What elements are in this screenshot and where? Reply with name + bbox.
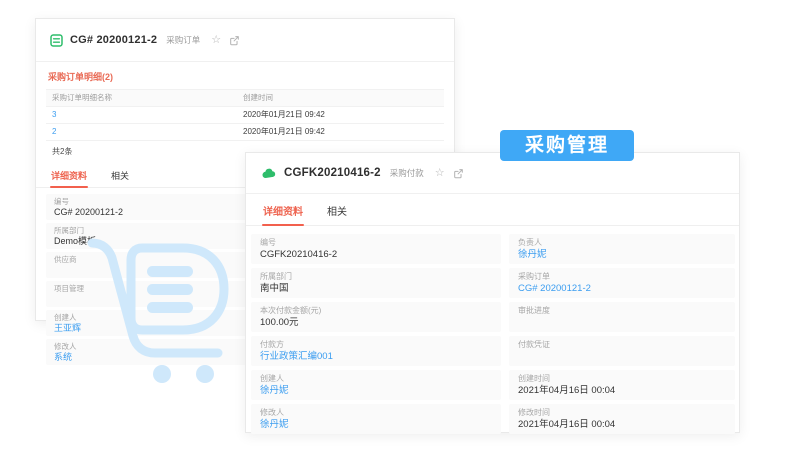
field-payment-amount: 本次付款金额(元) 100.00元 [251,302,501,332]
field-approval-progress: 审批进度 [509,302,735,332]
order-panel-header: CG# 20200121-2 采购订单 ☆ [36,19,454,62]
field-payment-voucher: 付款凭证 [509,336,735,366]
share-icon[interactable] [453,168,464,179]
row-created-time: 2020年01月21日 09:42 [243,110,325,119]
field-number: 编号 CGFK20210416-2 [251,234,501,264]
field-purchase-order: 采购订单 CG# 20200121-2 [509,268,735,298]
table-row: 3 2020年01月21日 09:42 [46,107,444,124]
table-row: 2 2020年01月21日 09:42 [46,124,444,141]
field-department: 所属部门 南中国 [251,268,501,298]
payment-panel-header: CGFK20210416-2 采购付款 ☆ [246,153,739,194]
payment-object-type-label: 采购付款 [389,168,424,178]
row-created-time: 2020年01月21日 09:42 [243,127,325,136]
shopping-cart-watermark [87,238,229,383]
payment-tab-bar: 详细资料 相关 [246,194,739,226]
column-header-created: 创建时间 [243,93,274,102]
fields-left-column: 编号 CGFK20210416-2 所属部门 南中国 本次付款金额(元) 100… [251,234,501,438]
tab-related[interactable]: 相关 [326,200,348,225]
order-object-type-label: 采购订单 [166,35,201,45]
related-list-section: 采购订单明细(2) 采购订单明细名称 创建时间 3 2020年01月21日 09… [36,62,454,159]
purchase-payment-panel: CGFK20210416-2 采购付款 ☆ 详细资料 相关 编号 CGFK202… [245,152,740,434]
related-list-title[interactable]: 采购订单明细(2) [46,67,444,89]
table-header-row: 采购订单明细名称 创建时间 [46,89,444,107]
purchase-management-badge: 采购管理 [500,130,634,161]
order-panel-title: CG# 20200121-2 [70,34,158,46]
field-creator: 创建人 徐丹妮 [251,370,501,400]
field-created-time: 创建时间 2021年04月16日 00:04 [509,370,735,400]
payment-panel-title: CGFK20210416-2 [284,167,381,179]
fields-right-column: 负责人 徐丹妮 采购订单 CG# 20200121-2 审批进度 付款凭证 创建… [509,234,735,438]
tab-detail[interactable]: 详细资料 [50,165,89,188]
tab-detail[interactable]: 详细资料 [262,200,304,226]
field-modified-time: 修改时间 2021年04月16日 00:04 [509,404,735,434]
column-header-name: 采购订单明细名称 [52,93,112,102]
field-modifier: 修改人 徐丹妮 [251,404,501,434]
field-owner: 负责人 徐丹妮 [509,234,735,264]
star-icon[interactable]: ☆ [211,34,221,46]
row-name-link[interactable]: 3 [52,110,56,119]
row-name-link[interactable]: 2 [52,127,56,136]
page: CG# 20200121-2 采购订单 ☆ 采购订单明细(2) 采购订单明细名称… [0,0,792,459]
share-icon[interactable] [229,35,240,46]
related-list-table: 采购订单明细名称 创建时间 3 2020年01月21日 09:42 2 2020… [46,89,444,159]
order-document-icon [50,33,63,47]
field-payer: 付款方 行业政策汇编001 [251,336,501,366]
payment-detail-fields: 编号 CGFK20210416-2 所属部门 南中国 本次付款金额(元) 100… [246,226,739,438]
tab-related[interactable]: 相关 [110,165,130,187]
star-icon[interactable]: ☆ [435,167,445,179]
payment-cloud-icon [262,168,276,179]
